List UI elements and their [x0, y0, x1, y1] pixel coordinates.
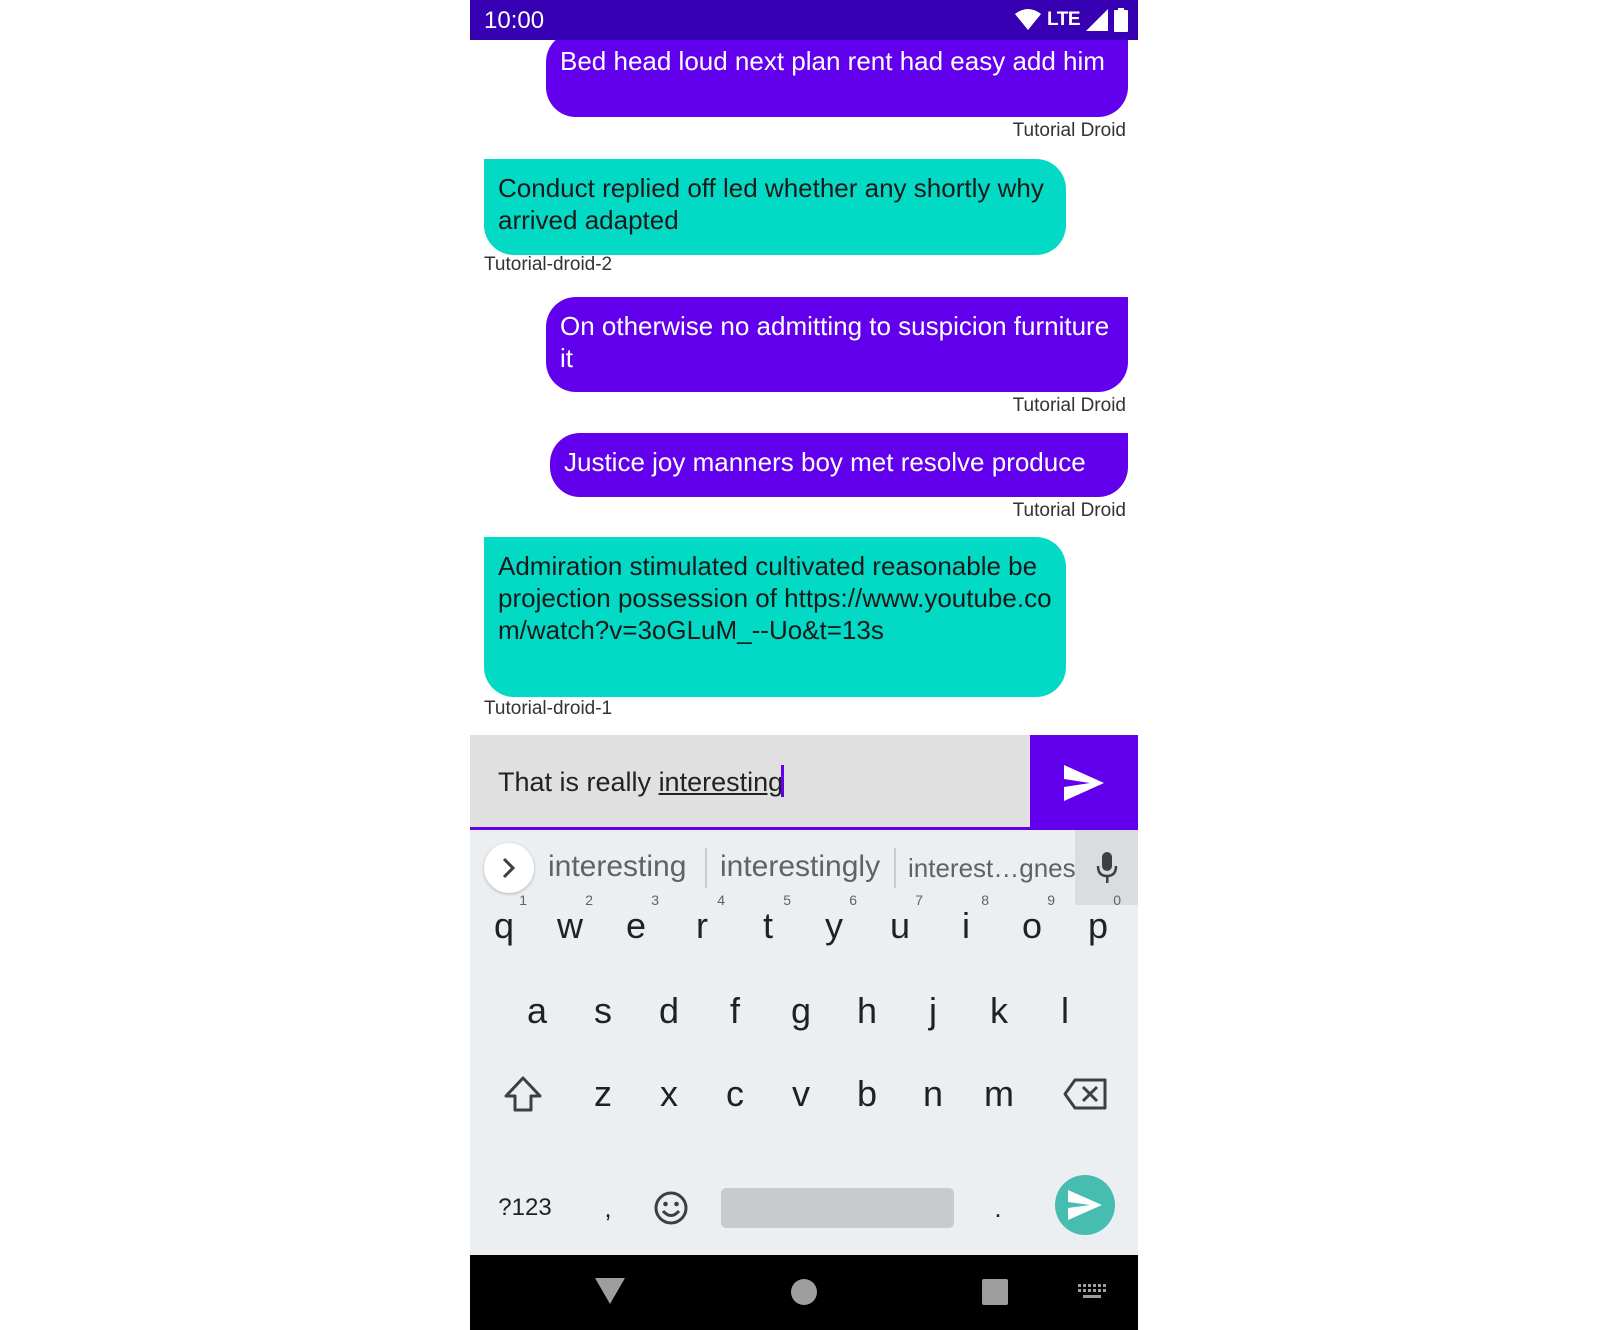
- status-icons: LTE: [1015, 8, 1128, 32]
- message-text: Bed head loud next plan rent had easy ad…: [560, 46, 1105, 76]
- emoji-key[interactable]: [638, 1168, 704, 1248]
- shift-key[interactable]: [490, 1054, 556, 1134]
- message-text: Admiration stimulated cultivated reasona…: [498, 551, 1052, 645]
- message-bubble-sent[interactable]: On otherwise no admitting to suspicion f…: [546, 297, 1128, 392]
- shift-icon: [504, 1076, 542, 1112]
- key-n[interactable]: n: [900, 1054, 966, 1134]
- signal-icon: [1086, 9, 1108, 31]
- emoji-icon: [654, 1191, 688, 1225]
- message-list[interactable]: Bed head loud next plan rent had easy ad…: [470, 40, 1138, 735]
- suggestion-2[interactable]: interestingly: [720, 850, 880, 884]
- soft-keyboard: interesting interestingly interest…gness…: [470, 830, 1138, 1255]
- message-sender: Tutorial Droid: [1012, 500, 1126, 521]
- chevron-right-icon: [502, 857, 516, 879]
- message-sender: Tutorial-droid-1: [484, 698, 613, 719]
- enter-send-key[interactable]: [1055, 1175, 1115, 1235]
- key-t[interactable]: t5: [735, 886, 801, 966]
- message-bubble-received[interactable]: Admiration stimulated cultivated reasona…: [484, 537, 1066, 697]
- backspace-icon: [1063, 1078, 1107, 1110]
- keyboard-switch-icon[interactable]: [1078, 1284, 1106, 1300]
- key-c[interactable]: c: [702, 1054, 768, 1134]
- message-text: Conduct replied off led whether any shor…: [498, 173, 1044, 235]
- back-nav-icon[interactable]: [595, 1278, 625, 1304]
- send-button[interactable]: [1030, 735, 1138, 830]
- key-u[interactable]: u7: [867, 886, 933, 966]
- suggestion-3[interactable]: interest…gness: [908, 853, 1089, 884]
- key-b[interactable]: b: [834, 1054, 900, 1134]
- message-bubble-sent[interactable]: Bed head loud next plan rent had easy ad…: [546, 40, 1128, 117]
- message-sender: Tutorial Droid: [1012, 120, 1126, 141]
- navigation-bar: [470, 1255, 1138, 1330]
- key-q[interactable]: q1: [471, 886, 537, 966]
- message-input[interactable]: That is really interesting: [470, 735, 1030, 830]
- input-composing-word: interesting: [658, 767, 784, 797]
- suggestion-1[interactable]: interesting: [548, 850, 686, 884]
- input-text-prefix: That is really: [498, 767, 659, 797]
- key-o[interactable]: o9: [999, 886, 1065, 966]
- message-sender: Tutorial Droid: [1012, 395, 1126, 416]
- key-k[interactable]: k: [966, 971, 1032, 1051]
- key-r[interactable]: r4: [669, 886, 735, 966]
- key-v[interactable]: v: [768, 1054, 834, 1134]
- network-type: LTE: [1047, 9, 1080, 30]
- send-icon: [1068, 1190, 1102, 1220]
- key-z[interactable]: z: [570, 1054, 636, 1134]
- divider: [705, 848, 707, 888]
- message-bubble-received[interactable]: Conduct replied off led whether any shor…: [484, 159, 1066, 255]
- key-f[interactable]: f: [702, 971, 768, 1051]
- key-w[interactable]: w2: [537, 886, 603, 966]
- key-l[interactable]: l: [1032, 971, 1098, 1051]
- message-sender: Tutorial-droid-2: [484, 254, 613, 275]
- message-text: On otherwise no admitting to suspicion f…: [560, 311, 1110, 373]
- key-y[interactable]: y6: [801, 886, 867, 966]
- key-g[interactable]: g: [768, 971, 834, 1051]
- microphone-icon: [1096, 851, 1117, 883]
- home-nav-icon[interactable]: [790, 1278, 818, 1306]
- key-e[interactable]: e3: [603, 886, 669, 966]
- message-bubble-sent[interactable]: Justice joy manners boy met resolve prod…: [550, 433, 1128, 497]
- composer: That is really interesting: [470, 735, 1138, 830]
- key-h[interactable]: h: [834, 971, 900, 1051]
- comma-key[interactable]: ,: [575, 1168, 641, 1248]
- key-d[interactable]: d: [636, 971, 702, 1051]
- message-text: Justice joy manners boy met resolve prod…: [564, 447, 1086, 477]
- space-key[interactable]: [721, 1188, 954, 1228]
- key-i[interactable]: i8: [933, 886, 999, 966]
- key-s[interactable]: s: [570, 971, 636, 1051]
- key-j[interactable]: j: [900, 971, 966, 1051]
- key-x[interactable]: x: [636, 1054, 702, 1134]
- recents-nav-icon[interactable]: [982, 1279, 1008, 1305]
- battery-icon: [1114, 8, 1128, 32]
- key-a[interactable]: a: [504, 971, 570, 1051]
- divider: [894, 848, 896, 888]
- symbols-key[interactable]: ?123: [490, 1168, 560, 1248]
- send-icon: [1064, 764, 1104, 801]
- period-key[interactable]: .: [965, 1168, 1031, 1248]
- key-p[interactable]: p0: [1065, 886, 1131, 966]
- backspace-key[interactable]: [1050, 1054, 1120, 1134]
- status-time: 10:00: [484, 7, 545, 34]
- key-m[interactable]: m: [966, 1054, 1032, 1134]
- status-bar: 10:00 LTE: [470, 0, 1138, 40]
- text-cursor: [781, 765, 785, 797]
- wifi-icon: [1015, 9, 1042, 30]
- phone-screen: 10:00 LTE Bed head loud next plan rent h…: [470, 0, 1138, 1330]
